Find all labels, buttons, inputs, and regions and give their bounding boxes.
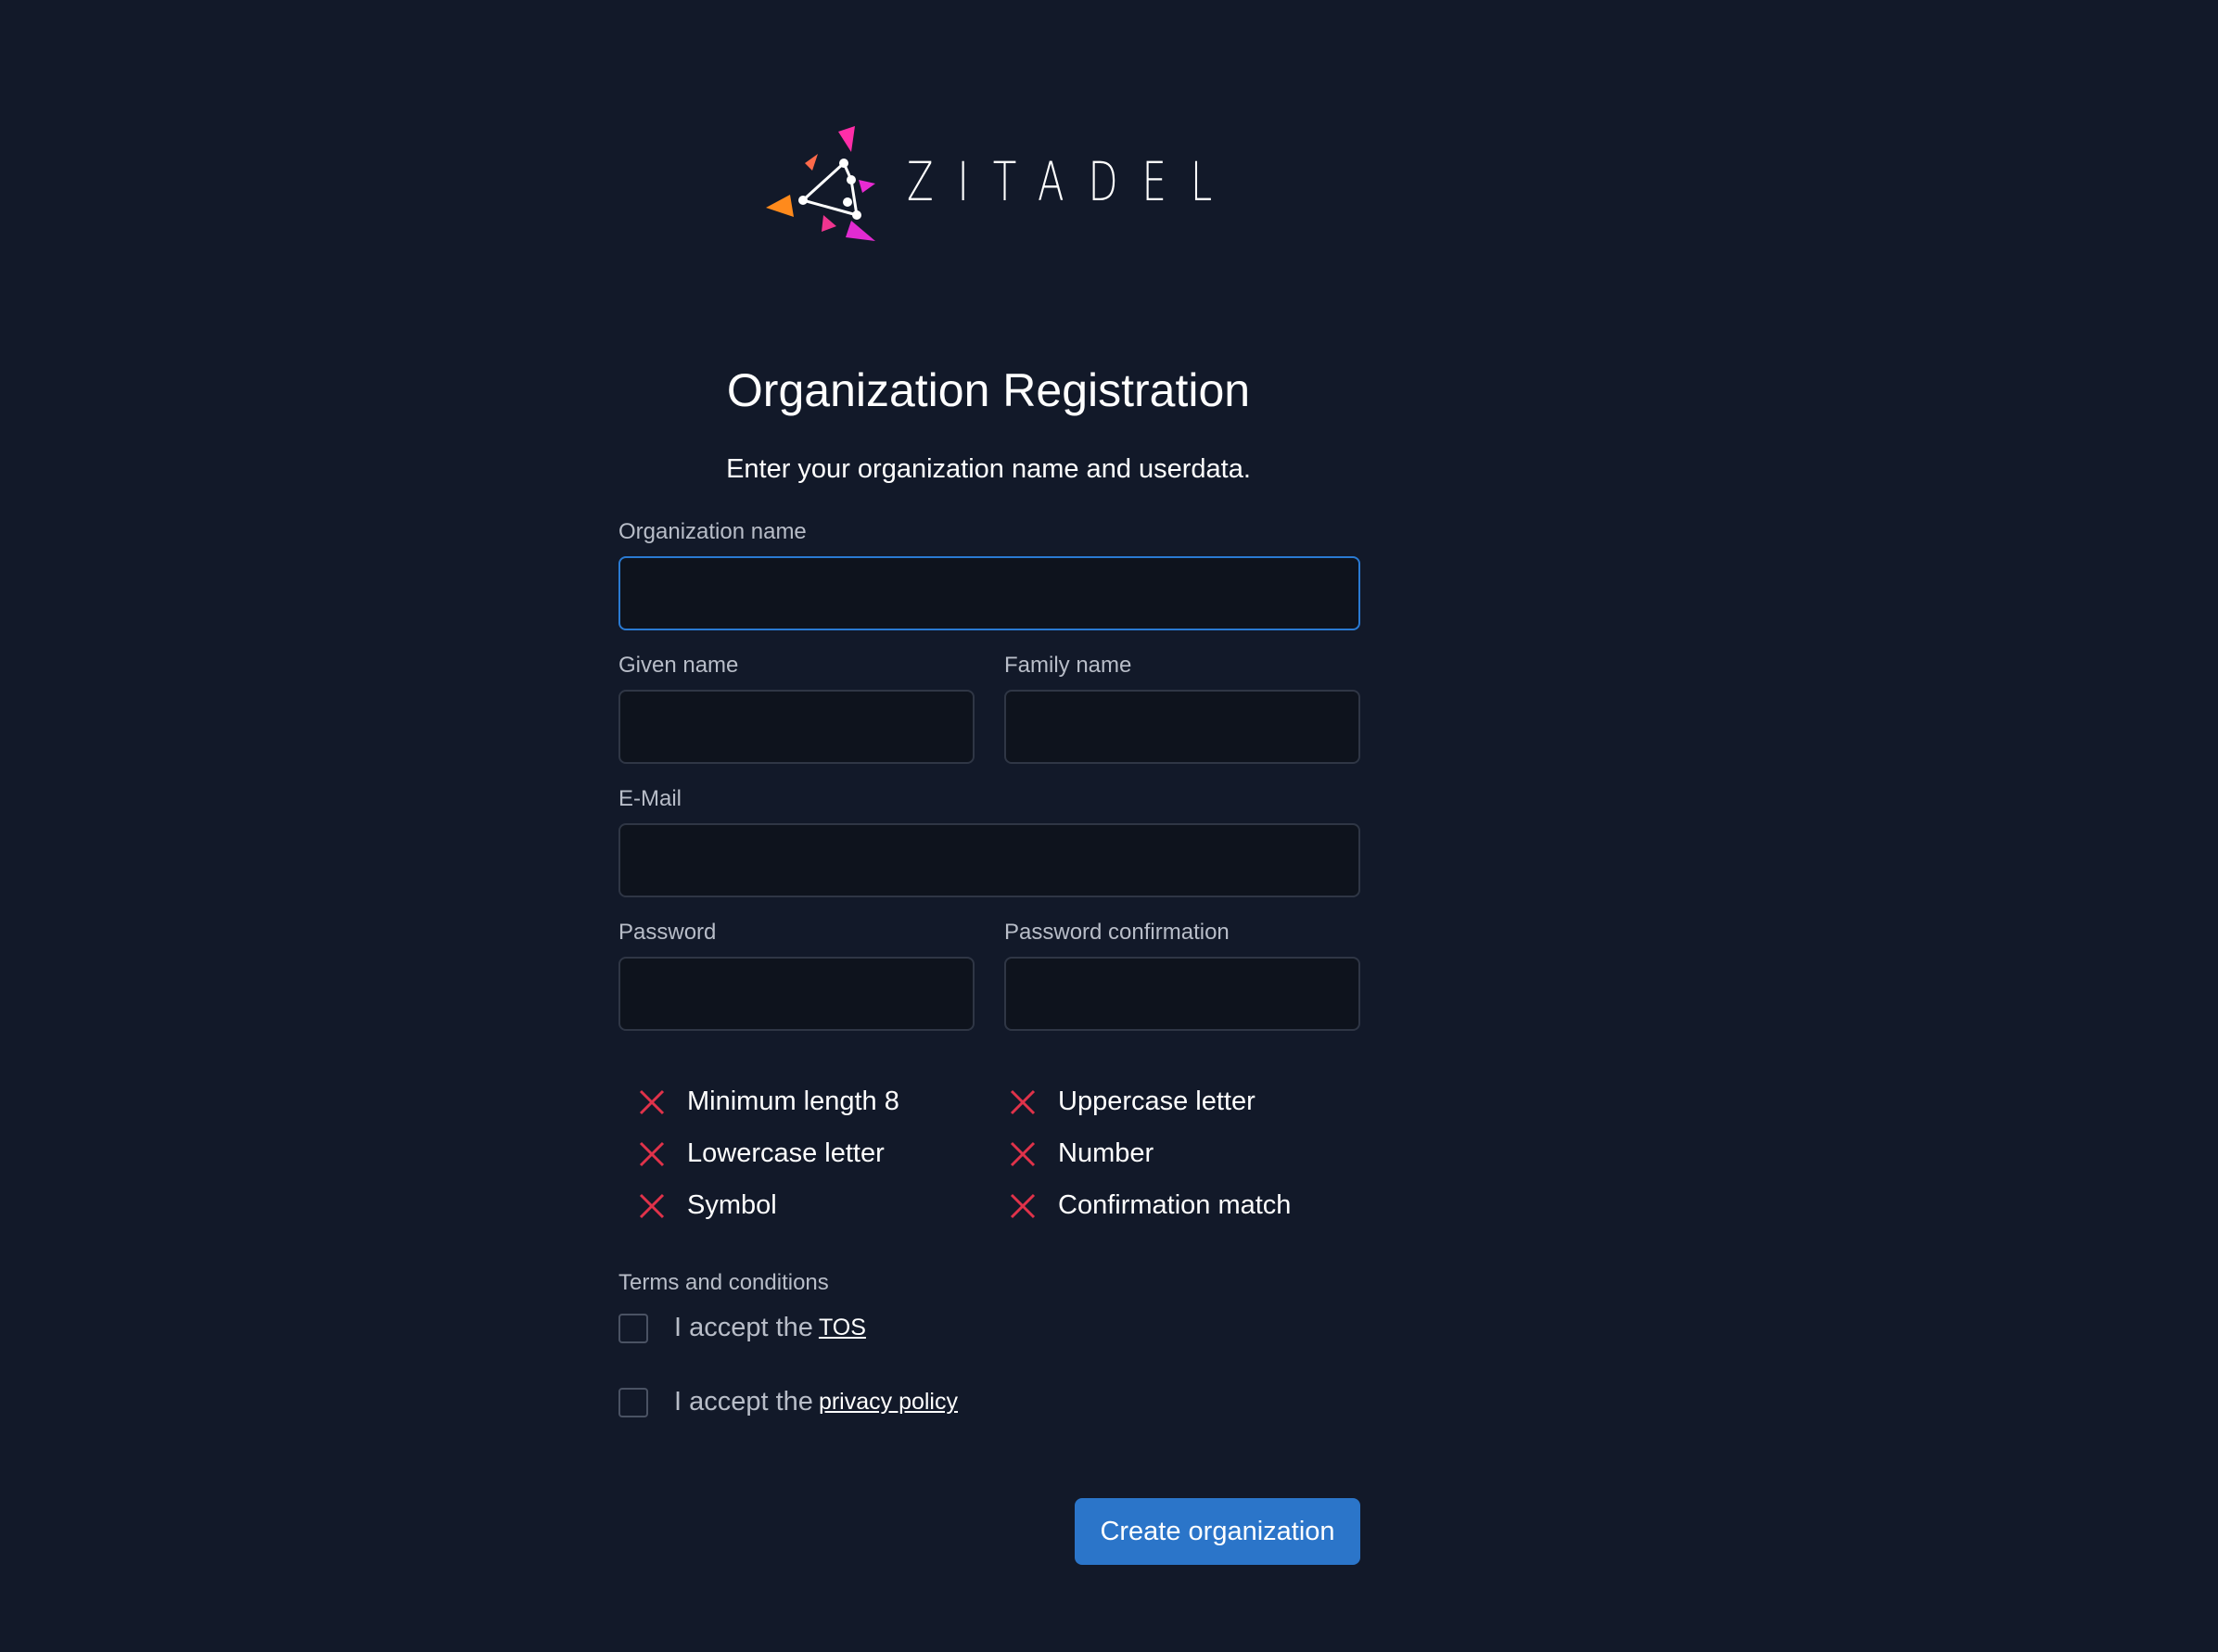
email-label: E-Mail [618, 786, 682, 811]
rule-label: Symbol [687, 1190, 777, 1220]
privacy-label: I accept the [674, 1387, 813, 1417]
privacy-checkbox[interactable] [618, 1387, 648, 1417]
rule-lowercase: Lowercase letter [639, 1138, 885, 1169]
family-name-input[interactable] [1004, 690, 1360, 764]
rule-number: Number [1010, 1138, 1154, 1169]
rule-symbol: Symbol [639, 1190, 777, 1221]
given-name-input[interactable] [618, 690, 975, 764]
close-x-icon [639, 1089, 665, 1115]
password-confirmation-input[interactable] [1004, 957, 1360, 1031]
privacy-row: I accept the privacy policy [618, 1387, 958, 1417]
tos-checkbox[interactable] [618, 1313, 648, 1343]
zitadel-logo: ZITADEL [766, 126, 1215, 256]
rule-label: Confirmation match [1058, 1190, 1292, 1220]
create-organization-button[interactable]: Create organization [1075, 1498, 1360, 1565]
email-input[interactable] [618, 823, 1360, 897]
rule-label: Number [1058, 1138, 1154, 1168]
rule-confirmation-match: Confirmation match [1010, 1190, 1291, 1221]
tos-row: I accept the TOS [618, 1313, 866, 1343]
close-x-icon [1010, 1141, 1036, 1167]
close-x-icon [1010, 1193, 1036, 1219]
privacy-policy-link[interactable]: privacy policy [819, 1389, 958, 1416]
zitadel-logo-icon [766, 126, 875, 241]
registration-page: ZITADEL Organization Registration Enter … [0, 0, 2218, 1652]
rule-label: Uppercase letter [1058, 1087, 1256, 1116]
rule-uppercase: Uppercase letter [1010, 1087, 1256, 1117]
tos-link[interactable]: TOS [819, 1315, 866, 1341]
brand-wordmark: ZITADEL [907, 150, 1237, 213]
org-name-label: Organization name [618, 519, 807, 544]
password-confirmation-label: Password confirmation [1004, 920, 1230, 945]
rule-label: Minimum length 8 [687, 1087, 899, 1116]
close-x-icon [639, 1141, 665, 1167]
rule-min-length: Minimum length 8 [639, 1087, 899, 1117]
password-input[interactable] [618, 957, 975, 1031]
given-name-label: Given name [618, 653, 739, 678]
family-name-label: Family name [1004, 653, 1132, 678]
password-label: Password [618, 920, 717, 945]
rule-label: Lowercase letter [687, 1138, 885, 1168]
org-name-input[interactable] [618, 556, 1360, 630]
close-x-icon [1010, 1089, 1036, 1115]
close-x-icon [639, 1193, 665, 1219]
terms-section-label: Terms and conditions [618, 1270, 829, 1295]
page-subtitle: Enter your organization name and userdat… [726, 454, 1251, 484]
tos-label: I accept the [674, 1313, 813, 1342]
page-title: Organization Registration [726, 364, 1251, 416]
